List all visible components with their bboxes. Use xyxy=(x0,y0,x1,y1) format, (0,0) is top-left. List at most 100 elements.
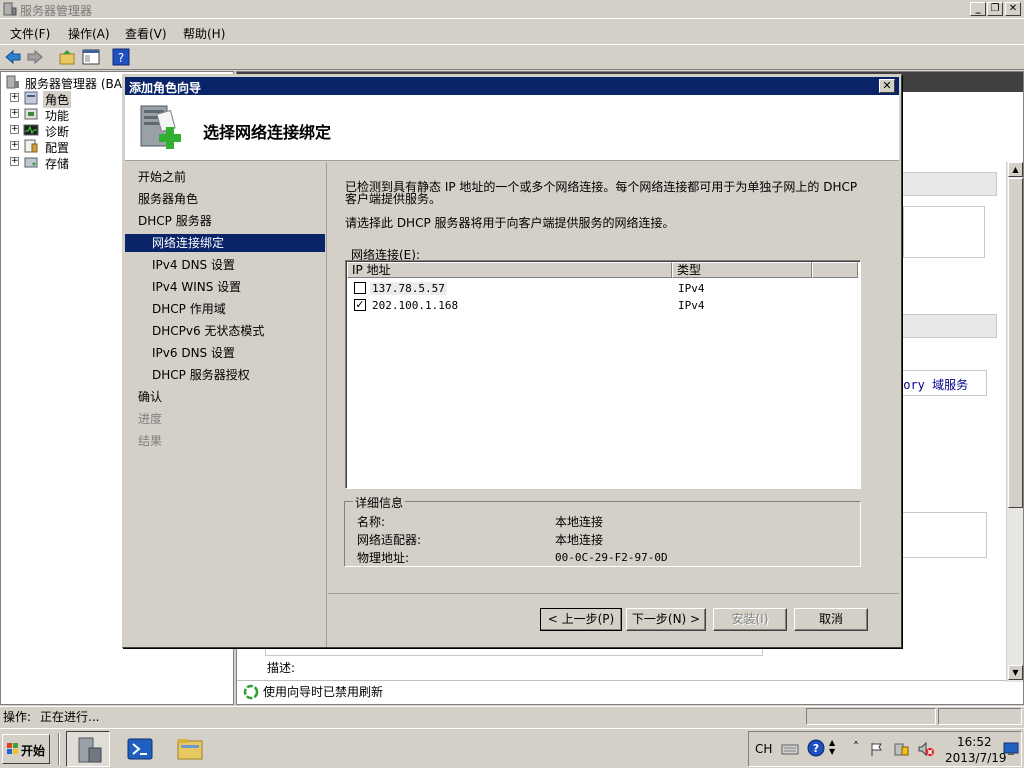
table-row[interactable]: 137.78.5.57 IPv4 xyxy=(348,280,858,296)
dialog-close-button[interactable]: ✕ xyxy=(879,79,895,93)
show-desktop-icon[interactable] xyxy=(1003,742,1019,756)
taskbar-app-explorer[interactable] xyxy=(168,731,212,767)
dialog-titlebar[interactable]: 添加角色向导 ✕ xyxy=(125,77,899,95)
details-groupbox: 详细信息 名称: 本地连接 网络适配器: 本地连接 物理地址: 00-0C-29… xyxy=(344,494,861,567)
expand-icon[interactable]: + xyxy=(10,93,19,102)
folder-icon xyxy=(177,739,203,760)
step-dhcp-scopes[interactable]: DHCP 作用域 xyxy=(125,300,325,318)
step-before-you-begin[interactable]: 开始之前 xyxy=(125,168,325,186)
connection-ip: 202.100.1.168 xyxy=(372,299,459,312)
scroll-thumb[interactable] xyxy=(1008,178,1023,508)
page-title: 选择网络连接绑定 xyxy=(203,123,332,142)
dialog-header: 选择网络连接绑定 xyxy=(125,95,899,161)
start-label: 开始 xyxy=(21,744,46,758)
server-manager-icon xyxy=(6,75,19,89)
expand-icon[interactable]: + xyxy=(10,157,19,166)
vertical-scrollbar[interactable]: ▲ ▼ xyxy=(1006,162,1023,682)
ad-domain-services-link[interactable]: tory 域服务 xyxy=(896,376,968,393)
show-hidden-icons-icon[interactable]: ˄ xyxy=(853,740,859,754)
step-dhcp-server-authorization[interactable]: DHCP 服务器授权 xyxy=(125,366,325,384)
server-manager-icon xyxy=(3,2,17,16)
forward-arrow-icon[interactable] xyxy=(26,48,44,66)
windows-logo-icon xyxy=(7,743,18,754)
step-results: 结果 xyxy=(138,434,163,448)
tree-item-storage[interactable]: + 存储 xyxy=(1,154,101,171)
step-confirmation[interactable]: 确认 xyxy=(125,388,325,406)
detail-value-mac: 00-0C-29-F2-97-0D xyxy=(555,551,668,564)
show-hide-console-tree-icon[interactable] xyxy=(82,48,100,66)
menu-help[interactable]: 帮助(H) xyxy=(183,25,225,42)
wizard-steps-nav: 开始之前 服务器角色 DHCP 服务器 网络连接绑定 IPv4 DNS 设置 I… xyxy=(125,162,327,647)
menu-file[interactable]: 文件(F) xyxy=(10,25,50,42)
tree-item-configuration[interactable]: + 配置 xyxy=(1,138,101,155)
step-dhcp-server[interactable]: DHCP 服务器 xyxy=(125,212,325,230)
language-indicator[interactable]: CH xyxy=(755,743,772,755)
expand-icon[interactable]: + xyxy=(10,125,19,134)
detail-value-name: 本地连接 xyxy=(555,515,604,529)
connection-checkbox-checked[interactable]: ✓ xyxy=(354,299,366,311)
volume-muted-icon[interactable] xyxy=(917,741,935,757)
dialog-title: 添加角色向导 xyxy=(129,81,202,95)
menu-bar: 文件(F) 操作(A) 查看(V) 帮助(H) xyxy=(0,21,1024,43)
status-bar: 操作: 正在进行... xyxy=(0,706,1024,726)
menu-action[interactable]: 操作(A) xyxy=(68,25,110,42)
taskbar-app-powershell[interactable] xyxy=(118,731,162,767)
detail-label-mac: 物理地址: xyxy=(357,551,410,565)
start-button[interactable]: 开始 xyxy=(2,734,50,764)
up-folder-icon[interactable] xyxy=(58,48,76,66)
keyboard-icon[interactable] xyxy=(781,741,799,757)
step-ipv6-dns-settings[interactable]: IPv6 DNS 设置 xyxy=(125,344,325,362)
install-button: 安装(I) xyxy=(713,608,787,631)
connection-type: IPv4 xyxy=(678,282,705,295)
close-button[interactable]: ✕ xyxy=(1005,2,1021,16)
expand-icon[interactable]: + xyxy=(10,109,19,118)
connection-checkbox[interactable] xyxy=(354,282,366,294)
column-header-type[interactable]: 类型 xyxy=(672,262,812,278)
tree-item-diagnostics[interactable]: + 诊断 xyxy=(1,122,101,139)
add-roles-wizard-dialog: 添加角色向导 ✕ 选择网络连接绑定 开始之前 服务器角色 DHCP 服务器 网络… xyxy=(122,74,902,648)
tree-item-features[interactable]: + 功能 xyxy=(1,106,101,123)
expand-icon[interactable]: + xyxy=(10,141,19,150)
cancel-button[interactable]: 取消 xyxy=(794,608,868,631)
restore-button[interactable]: ❐ xyxy=(987,2,1003,16)
help-icon[interactable]: ? xyxy=(112,48,130,66)
table-row[interactable]: ✓ 202.100.1.168 IPv4 xyxy=(348,297,858,313)
next-button[interactable]: 下一步(N) > xyxy=(626,608,706,631)
diagnostics-icon xyxy=(23,124,39,136)
step-dhcpv6-stateless-mode[interactable]: DHCPv6 无状态模式 xyxy=(125,322,325,340)
roles-icon xyxy=(24,91,38,105)
menu-view[interactable]: 查看(V) xyxy=(125,25,167,42)
options-chevron-icon[interactable]: ▲ ▼ xyxy=(829,738,837,758)
tree-item-label: 存储 xyxy=(45,157,70,171)
step-network-connection-bindings[interactable]: 网络连接绑定 xyxy=(125,234,325,252)
network-connections-list[interactable]: IP 地址 类型 137.78.5.57 IPv4 ✓ 202.100.1.16… xyxy=(345,260,861,489)
section-header xyxy=(901,172,997,196)
step-ipv4-wins-settings[interactable]: IPv4 WINS 设置 xyxy=(125,278,325,296)
column-header-blank xyxy=(812,262,858,278)
step-server-roles[interactable]: 服务器角色 xyxy=(125,190,325,208)
status-cell xyxy=(806,708,936,725)
status-cell xyxy=(938,708,1022,725)
minimize-button[interactable]: _ xyxy=(970,2,986,16)
scroll-down-icon[interactable]: ▼ xyxy=(1008,665,1023,680)
back-button[interactable]: < 上一步(P) xyxy=(540,608,622,631)
taskbar-app-server-manager[interactable] xyxy=(66,731,110,767)
action-center-flag-icon[interactable] xyxy=(869,741,885,757)
server-add-role-icon xyxy=(140,105,181,149)
security-icon[interactable] xyxy=(893,741,909,757)
connection-type: IPv4 xyxy=(678,299,705,312)
back-arrow-icon[interactable] xyxy=(4,48,22,66)
tree-item-roles[interactable]: + 角色 xyxy=(1,90,101,108)
scroll-up-icon[interactable]: ▲ xyxy=(1008,162,1023,177)
help-icon[interactable]: ? xyxy=(807,739,825,757)
server-manager-icon xyxy=(78,737,102,763)
details-legend: 详细信息 xyxy=(353,494,406,511)
step-progress: 进度 xyxy=(138,412,163,426)
step-ipv4-dns-settings[interactable]: IPv4 DNS 设置 xyxy=(125,256,325,274)
clock-time[interactable]: 16:52 xyxy=(957,736,992,748)
window-titlebar[interactable]: 服务器管理器 _ ❐ ✕ xyxy=(0,0,1024,19)
summary-box xyxy=(901,512,987,558)
configuration-icon xyxy=(24,139,38,153)
clock-date[interactable]: 2013/7/19 xyxy=(945,752,1007,764)
column-header-ip-address[interactable]: IP 地址 xyxy=(347,262,672,278)
